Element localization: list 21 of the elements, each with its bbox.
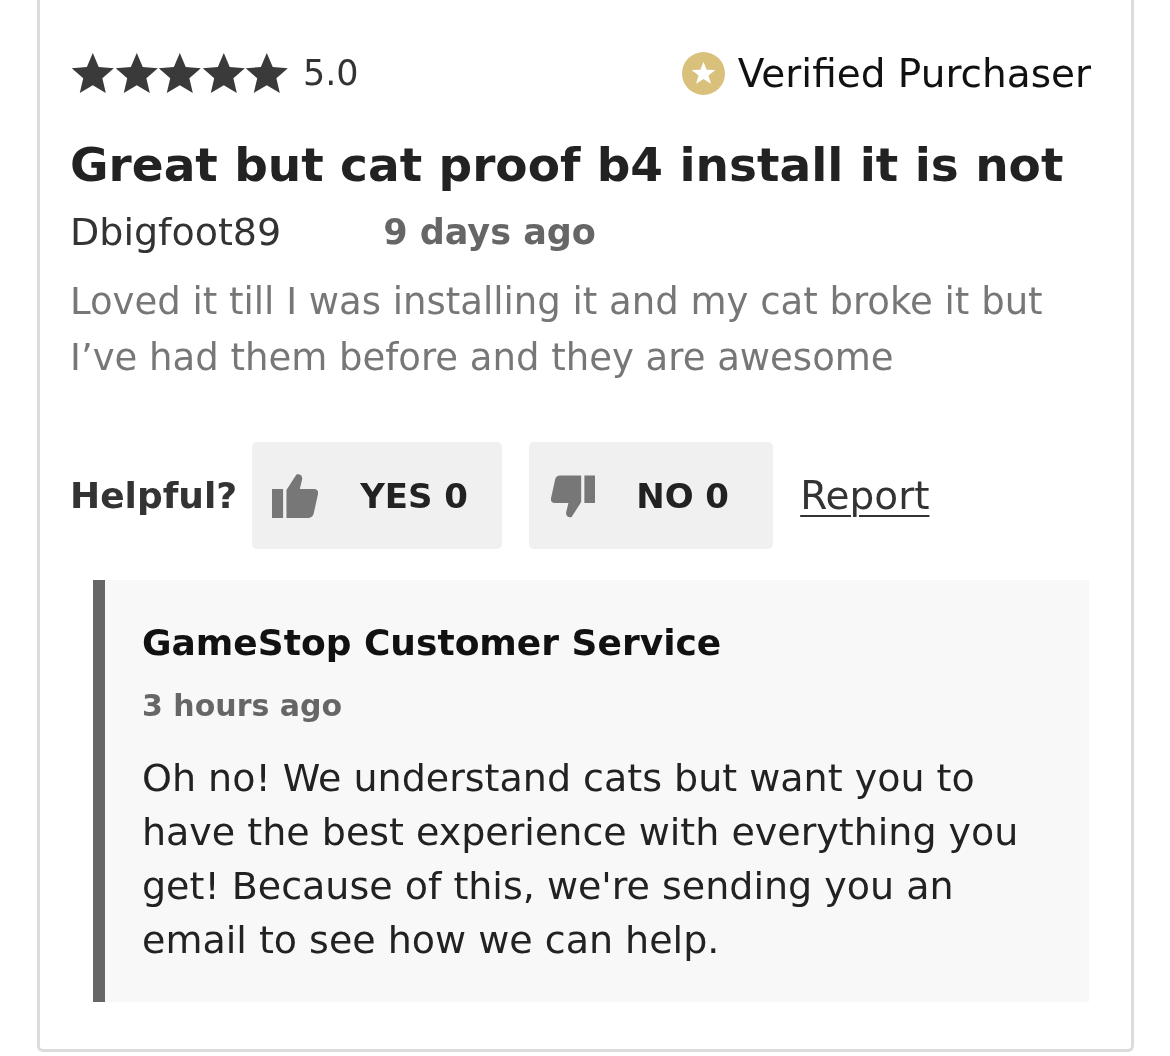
yes-vote-button[interactable]: YES 0	[252, 442, 503, 549]
rating-value: 5.0	[302, 55, 359, 91]
star-icon	[201, 53, 246, 93]
review-title: Great but cat proof b4 install it is not	[70, 137, 1065, 192]
response-date: 3 hours ago	[142, 687, 343, 725]
response-author: GameStop Customer Service	[142, 621, 722, 665]
thumbs-down-icon	[551, 473, 596, 518]
star-icon	[114, 53, 159, 93]
star-badge-icon	[681, 51, 725, 95]
report-link[interactable]: Report	[800, 476, 930, 515]
reviewer-name: Dbigfoot89	[70, 212, 282, 252]
verified-purchaser-label: Verified Purchaser	[737, 53, 1091, 93]
response-text: Oh no! We understand cats but want you to have the best experience with everything you get! Because of this, we're sending you an email to see how we can help.	[142, 755, 1020, 964]
helpful-label: Helpful?	[70, 477, 238, 514]
star-icon	[158, 53, 202, 93]
star-icon	[71, 53, 115, 93]
review-text: Loved it till I was installing it and my cat broke it but I’ve had them before and they are awesome	[70, 279, 1044, 381]
star-icon	[245, 53, 289, 93]
thumbs-up-icon	[272, 473, 319, 518]
review-date: 9 days ago	[383, 212, 596, 252]
no-vote-button[interactable]: NO 0	[529, 442, 774, 549]
